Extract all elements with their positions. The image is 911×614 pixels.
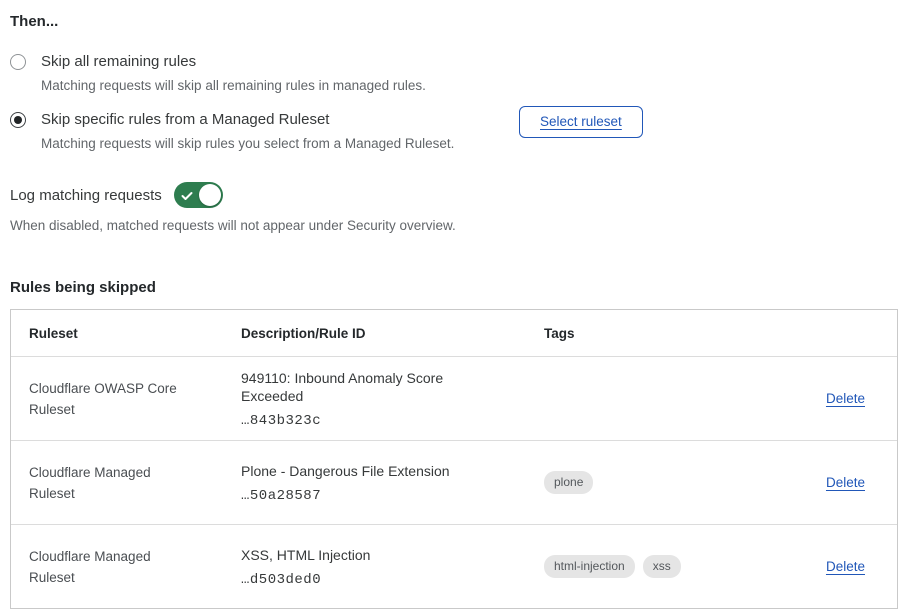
option-skip-specific-rules: Skip specific rules from a Managed Rules…	[10, 110, 899, 153]
log-requests-toggle[interactable]	[174, 182, 223, 208]
delete-link[interactable]: Delete	[826, 559, 865, 574]
tag-badge: html-injection	[544, 555, 635, 578]
toggle-knob	[199, 184, 221, 206]
ruleset-name: Cloudflare OWASP Core Ruleset	[11, 378, 201, 420]
waf-rule-config-page: Then... Skip all remaining rules Matchin…	[0, 0, 911, 609]
tags-cell: html-injection xss	[526, 555, 777, 578]
then-section-title: Then...	[10, 12, 899, 32]
table-row: Cloudflare OWASP Core Ruleset 949110: In…	[11, 356, 897, 440]
log-toggle-description: When disabled, matched requests will not…	[10, 217, 899, 235]
radio-skip-all-rules[interactable]	[10, 54, 26, 70]
delete-cell: Delete	[777, 474, 897, 492]
column-header-ruleset: Ruleset	[11, 326, 223, 341]
log-matching-requests-label: Log matching requests	[10, 187, 162, 204]
rules-skipped-title: Rules being skipped	[10, 278, 899, 298]
option-skip-all-rules: Skip all remaining rules Matching reques…	[10, 52, 899, 95]
rule-description: XSS, HTML Injection	[241, 546, 502, 564]
delete-cell: Delete	[777, 558, 897, 576]
delete-link[interactable]: Delete	[826, 475, 865, 490]
option-skip-all-label: Skip all remaining rules	[41, 52, 426, 72]
rule-description-cell: Plone - Dangerous File Extension …50a285…	[223, 462, 526, 504]
rule-description-cell: XSS, HTML Injection …d503ded0	[223, 546, 526, 588]
rule-id: …843b323c	[241, 413, 502, 429]
radio-dot	[14, 116, 22, 124]
option-skip-specific-body: Skip specific rules from a Managed Rules…	[41, 110, 454, 153]
option-skip-all-description: Matching requests will skip all remainin…	[41, 77, 426, 95]
log-matching-requests-row: Log matching requests	[10, 182, 899, 208]
option-skip-all-body: Skip all remaining rules Matching reques…	[41, 52, 426, 95]
tags-cell: plone	[526, 471, 777, 494]
table-row: Cloudflare Managed Ruleset XSS, HTML Inj…	[11, 524, 897, 608]
tag-badge: xss	[643, 555, 681, 578]
rule-description-cell: 949110: Inbound Anomaly Score Exceeded ……	[223, 369, 526, 429]
delete-cell: Delete	[777, 390, 897, 408]
select-ruleset-button[interactable]: Select ruleset	[519, 106, 643, 138]
table-row: Cloudflare Managed Ruleset Plone - Dange…	[11, 440, 897, 524]
ruleset-name: Cloudflare Managed Ruleset	[11, 462, 201, 504]
rule-description: Plone - Dangerous File Extension	[241, 462, 502, 480]
check-icon	[181, 189, 193, 201]
ruleset-name: Cloudflare Managed Ruleset	[11, 546, 201, 588]
rule-id: …50a28587	[241, 488, 502, 504]
rules-skipped-table: Ruleset Description/Rule ID Tags Cloudfl…	[10, 309, 898, 609]
action-options-group: Skip all remaining rules Matching reques…	[10, 52, 899, 153]
delete-link[interactable]: Delete	[826, 391, 865, 406]
rule-id: …d503ded0	[241, 572, 502, 588]
rule-description: 949110: Inbound Anomaly Score Exceeded	[241, 369, 502, 405]
tag-badge: plone	[544, 471, 593, 494]
radio-skip-specific-rules[interactable]	[10, 112, 26, 128]
option-skip-specific-label: Skip specific rules from a Managed Rules…	[41, 110, 454, 130]
column-header-description: Description/Rule ID	[223, 326, 526, 341]
option-skip-specific-description: Matching requests will skip rules you se…	[41, 135, 454, 153]
column-header-tags: Tags	[526, 326, 777, 341]
table-header-row: Ruleset Description/Rule ID Tags	[11, 310, 897, 356]
